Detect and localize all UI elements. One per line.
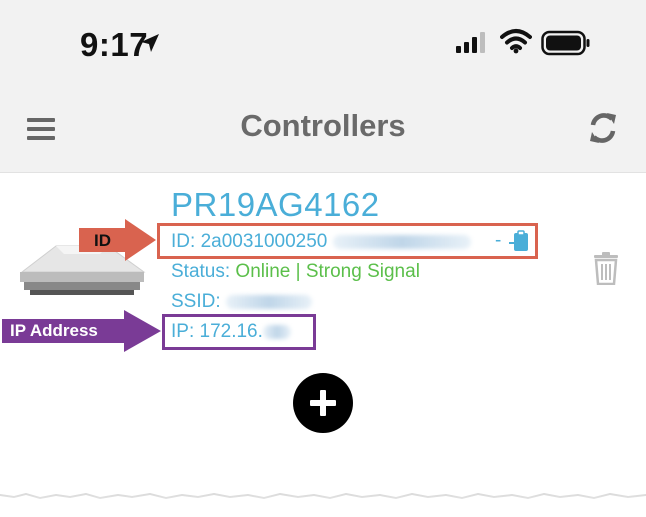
controller-ssid-row: SSID: xyxy=(171,291,312,313)
location-arrow-icon xyxy=(141,34,159,52)
ssid-label: SSID: xyxy=(171,291,221,312)
status-value: Online | Strong Signal xyxy=(235,261,420,282)
trash-icon[interactable] xyxy=(592,251,620,285)
status-label: Status: xyxy=(171,261,236,282)
nav-bar: Controllers xyxy=(0,92,646,173)
controller-name[interactable]: PR19AG4162 xyxy=(171,186,380,224)
cellular-signal-icon xyxy=(456,32,485,53)
battery-icon xyxy=(541,30,590,56)
ip-highlight-box xyxy=(162,314,316,350)
redacted-ssid xyxy=(225,294,312,309)
id-callout-arrow xyxy=(79,219,156,261)
id-callout-label: ID xyxy=(94,231,111,250)
id-highlight-box xyxy=(157,223,538,259)
add-controller-button[interactable] xyxy=(293,373,353,433)
ip-callout-label: IP Address xyxy=(10,321,98,340)
status-bar: 9:17 xyxy=(0,0,646,92)
page-title: Controllers xyxy=(240,108,406,143)
app-screen: 9:17 Controllers PR19AG4162 ID: 2a003100… xyxy=(0,0,646,517)
torn-edge-decoration xyxy=(0,484,646,517)
controller-status-row: Status: Online | Strong Signal xyxy=(171,261,420,283)
wifi-icon xyxy=(500,29,532,54)
refresh-icon[interactable] xyxy=(586,110,620,146)
plus-icon xyxy=(310,390,336,416)
